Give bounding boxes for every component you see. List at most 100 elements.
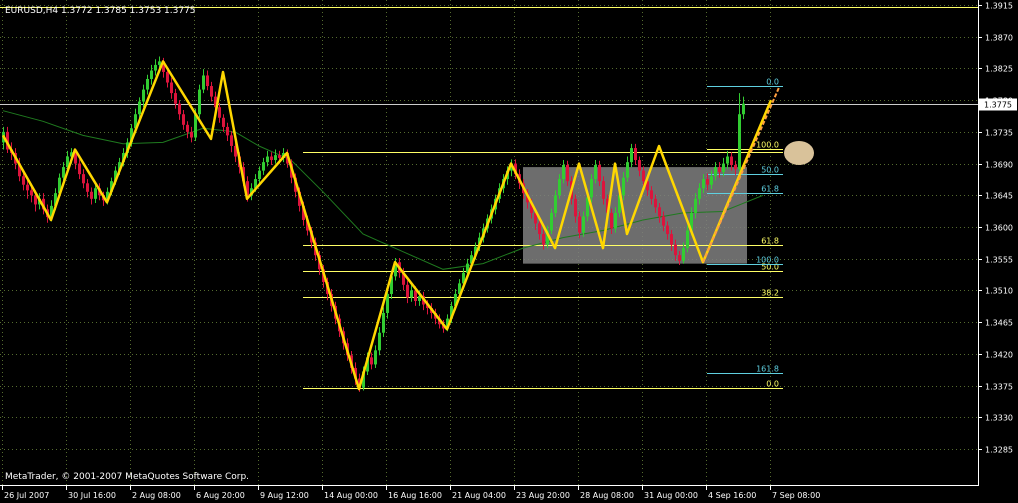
candle-body [698, 188, 701, 199]
candle-body [174, 93, 177, 104]
y-tick-label: 1.3645 [985, 192, 1013, 201]
x-tick-label: 21 Aug 04:00 [452, 491, 506, 500]
eurusd-h4-chart[interactable]: 61.850.038.20.00.0100.050.061.8100.0161.… [0, 0, 1018, 503]
candle-body [718, 167, 721, 173]
candle-body [610, 212, 613, 229]
fibo-level-label: 161.8 [756, 365, 779, 374]
x-tick-label: 2 Aug 08:00 [132, 491, 181, 500]
footer-copyright: MetaTrader, © 2001-2007 MetaQuotes Softw… [5, 472, 249, 482]
candle-body [650, 190, 653, 199]
candle-body [582, 216, 585, 233]
fibo-level-label: 38.2 [761, 289, 779, 298]
candle-body [598, 164, 601, 182]
candle-body [378, 332, 381, 351]
y-tick-label: 1.3690 [985, 161, 1013, 170]
candle-body [642, 170, 645, 182]
candle-body [742, 103, 745, 115]
candle-body [710, 176, 713, 185]
candle-body [714, 167, 717, 177]
candle-body [78, 163, 81, 175]
candle-body [658, 207, 661, 217]
candle-body [634, 148, 637, 161]
candle-body [142, 89, 145, 102]
candle-body [722, 163, 725, 173]
candle-body [738, 114, 741, 170]
y-tick-label: 1.3510 [985, 287, 1013, 296]
candle-body [638, 160, 641, 171]
candle-body [566, 164, 569, 182]
candle-body [682, 248, 685, 261]
plot-background [0, 0, 978, 485]
candle-body [538, 223, 541, 235]
candle-body [614, 212, 617, 229]
fibo-level-label: 100.0 [756, 256, 779, 265]
candle-body [578, 216, 581, 233]
candle-body [414, 290, 417, 301]
candle-body [594, 164, 597, 180]
fibo-level-label: 61.8 [761, 185, 779, 194]
candle-body [374, 350, 377, 365]
x-tick-label: 23 Aug 20:00 [516, 491, 570, 500]
x-tick-label: 30 Jul 16:00 [68, 491, 116, 500]
candle-body [138, 101, 141, 115]
candle-body [686, 230, 689, 249]
candle-body [278, 155, 281, 158]
candle-body [670, 234, 673, 245]
fibo-level-label: 50.0 [761, 166, 779, 175]
candle-body [622, 177, 625, 196]
candle-body [554, 195, 557, 213]
candle-body [186, 124, 189, 132]
candle-body [154, 64, 157, 71]
candle-body [30, 190, 33, 196]
candle-body [258, 170, 261, 180]
candle-body [178, 103, 181, 115]
y-tick-label: 1.3420 [985, 351, 1013, 360]
candle-body [226, 126, 229, 136]
y-tick-label: 1.3555 [985, 256, 1013, 265]
y-tick-label: 1.3825 [985, 65, 1013, 74]
y-tick-label: 1.3330 [985, 414, 1013, 423]
candle-body [410, 290, 413, 298]
candle-body [198, 89, 201, 115]
x-tick-label: 9 Aug 12:00 [260, 491, 309, 500]
current-price-label: 1.3775 [984, 101, 1012, 110]
y-tick-label: 1.3465 [985, 319, 1013, 328]
candle-body [678, 255, 681, 261]
candle-body [602, 181, 605, 199]
candle-body [210, 86, 213, 97]
candle-body [146, 79, 149, 90]
chart-title: EURUSD,H4 1.3772 1.3785 1.3753 1.3775 [5, 6, 196, 16]
x-tick-label: 16 Aug 16:00 [388, 491, 442, 500]
candle-body [266, 156, 269, 163]
candle-body [558, 179, 561, 196]
candle-body [726, 156, 729, 164]
candle-body [190, 131, 193, 138]
candle-body [662, 216, 665, 226]
candle-body [734, 164, 737, 170]
candle-body [206, 75, 209, 87]
candle-body [674, 244, 677, 256]
x-tick-label: 6 Aug 20:00 [196, 491, 245, 500]
candle-body [230, 135, 233, 146]
candle-body [626, 162, 629, 178]
x-tick-label: 26 Jul 2007 [4, 491, 49, 500]
highlight-marker [784, 141, 814, 165]
candle-body [574, 198, 577, 217]
y-tick-label: 1.3915 [985, 2, 1013, 11]
candle-body [270, 156, 273, 161]
x-tick-label: 7 Sep 08:00 [772, 491, 820, 500]
candle-body [706, 179, 709, 185]
candle-body [170, 82, 173, 94]
candle-body [666, 225, 669, 235]
candle-body [730, 156, 733, 165]
y-axis: 1.39151.38701.38251.37801.37351.36901.36… [978, 2, 1017, 455]
highlight-ellipse [784, 141, 814, 165]
candle-body [26, 184, 29, 191]
candle-body [654, 198, 657, 208]
candle-body [166, 71, 169, 83]
candle-body [274, 155, 277, 161]
y-tick-label: 1.3600 [985, 224, 1013, 233]
candle-body [702, 179, 705, 189]
candle-body [630, 148, 633, 163]
candle-body [90, 191, 93, 199]
